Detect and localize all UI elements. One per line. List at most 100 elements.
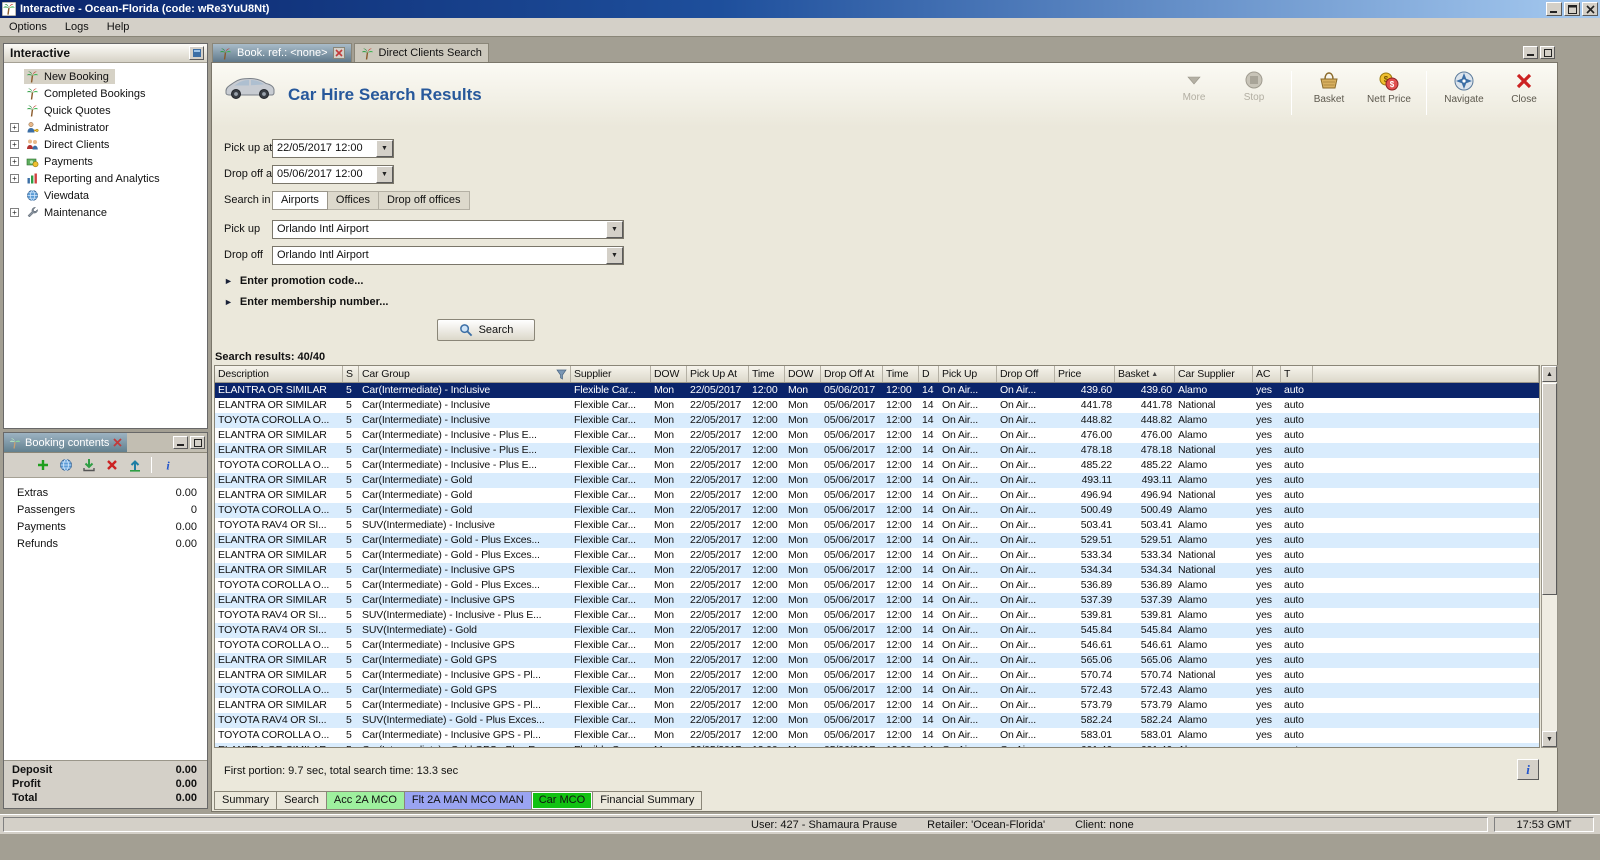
table-row[interactable]: ELANTRA OR SIMILAR5Car(Intermediate) - G… [215, 653, 1539, 668]
sidebar-item-reporting-and-analytics[interactable]: + Reporting and Analytics [4, 170, 207, 187]
menu-options[interactable]: Options [0, 19, 56, 35]
chevron-down-icon[interactable]: ▼ [376, 166, 393, 183]
bottom-tab-financial-summary[interactable]: Financial Summary [593, 791, 703, 810]
scroll-up-button[interactable]: ▲ [1542, 366, 1557, 382]
booking-restore-button[interactable] [190, 436, 205, 449]
column-header-drop-off-at[interactable]: Drop Off At [821, 366, 883, 382]
booking-minimize-button[interactable] [173, 436, 188, 449]
search-in-tab-airports[interactable]: Airports [272, 191, 328, 210]
table-row[interactable]: ELANTRA OR SIMILAR 5 Car(Intermediate) - I… [215, 668, 1539, 683]
table-row[interactable]: ELANTRA OR SIMILAR 5 Car(Intermediate) - I… [215, 563, 1539, 578]
membership-number-expander[interactable]: ► Enter membership number... [224, 296, 388, 308]
export-button[interactable] [128, 458, 142, 472]
scrollbar-thumb[interactable] [1542, 383, 1557, 595]
table-row[interactable]: TOYOTA COROLLA O... 5 Car(Intermediate) - … [215, 413, 1539, 428]
column-header-car-supplier[interactable]: Car Supplier [1175, 366, 1253, 382]
expand-plus-icon[interactable]: + [10, 140, 19, 149]
minimize-button[interactable] [1546, 2, 1562, 16]
info-button[interactable]: i [161, 458, 175, 473]
sidebar-item-viewdata[interactable]: Viewdata [4, 187, 207, 204]
doc-tab-direct-clients-search[interactable]: Direct Clients Search [353, 43, 489, 62]
close-booking-tab-icon[interactable] [113, 438, 123, 447]
sidebar-item-completed-bookings[interactable]: Completed Bookings [4, 85, 207, 102]
bottom-tab-car-mco[interactable]: Car MCO [531, 791, 594, 810]
column-header-time[interactable]: Time [883, 366, 919, 382]
sidebar-item-maintenance[interactable]: + Maintenance [4, 204, 207, 221]
nett-price-button[interactable]: $ $ Nett Price [1366, 69, 1412, 105]
expand-plus-icon[interactable]: + [10, 157, 19, 166]
info-button[interactable]: i [1517, 759, 1539, 780]
booking-row-payments[interactable]: Payments 0.00 [4, 518, 207, 535]
table-row[interactable]: TOYOTA RAV4 OR SI... 5 SUV(Intermediate) -… [215, 623, 1539, 638]
column-header-time[interactable]: Time [749, 366, 785, 382]
world-button[interactable] [59, 458, 73, 472]
sidebar-item-new-booking[interactable]: New Booking [4, 68, 207, 85]
expand-plus-icon[interactable]: + [10, 174, 19, 183]
close-button[interactable]: Close [1501, 69, 1547, 105]
table-row[interactable]: TOYOTA RAV4 OR SI... 5 SUV(Intermediate) -… [215, 608, 1539, 623]
column-header-s[interactable]: S [343, 366, 359, 382]
maximize-button[interactable] [1564, 2, 1580, 16]
booking-row-passengers[interactable]: Passengers 0 [4, 501, 207, 518]
column-header-pick-up-at[interactable]: Pick Up At [687, 366, 749, 382]
menu-help[interactable]: Help [98, 19, 139, 35]
dropoff-at-combobox[interactable]: 05/06/2017 12:00 ▼ [272, 165, 394, 184]
bottom-tab-search[interactable]: Search [277, 791, 327, 810]
table-row[interactable]: TOYOTA COROLLA O... 5 Car(Intermediate) - … [215, 683, 1539, 698]
bottom-tab-flt-2a-man-mco-man[interactable]: Flt 2A MAN MCO MAN [404, 791, 532, 810]
table-row[interactable]: ELANTRA OR SIMILAR 5 Car(Intermediate) - I… [215, 398, 1539, 413]
table-row[interactable]: TOYOTA COROLLA O... 5 Car(Intermediate) - … [215, 638, 1539, 653]
column-header-price[interactable]: Price [1055, 366, 1115, 382]
table-row[interactable]: ELANTRA OR SIMILAR5Car(Intermediate) - G… [215, 548, 1539, 563]
sidebar-item-quick-quotes[interactable]: Quick Quotes [4, 102, 207, 119]
delete-button[interactable] [105, 458, 119, 472]
search-in-tab-drop-off-offices[interactable]: Drop off offices [378, 191, 470, 210]
column-header-description[interactable]: Description [215, 366, 343, 382]
sidebar-item-payments[interactable]: + Payments [4, 153, 207, 170]
table-row[interactable]: TOYOTA RAV4 OR SI... 5 SUV(Intermediate) -… [215, 518, 1539, 533]
column-header-dow[interactable]: DOW [651, 366, 687, 382]
table-row[interactable]: TOYOTA COROLLA O... 5 Car(Intermediate) - … [215, 578, 1539, 593]
doc-tab-book-ref-none[interactable]: Book. ref.: <none> [212, 43, 352, 62]
add-button[interactable] [36, 458, 50, 472]
import-button[interactable] [82, 458, 96, 472]
table-row[interactable]: ELANTRA OR SIMILAR 5 Car(Intermediate) - I… [215, 698, 1539, 713]
table-row[interactable]: TOYOTA COROLLA O... 5 Car(Intermediate) - … [215, 728, 1539, 743]
mdi-restore-button[interactable] [1540, 46, 1555, 59]
table-row[interactable]: TOYOTA RAV4 OR SI... 5 SUV(Intermediate) -… [215, 713, 1539, 728]
table-row[interactable]: TOYOTA COROLLA O... 5 Car(Intermediate) - … [215, 503, 1539, 518]
navigate-button[interactable]: Navigate [1441, 69, 1487, 105]
sidebar-item-administrator[interactable]: + Administrator [4, 119, 207, 136]
column-header-drop-off[interactable]: Drop Off [997, 366, 1055, 382]
menu-logs[interactable]: Logs [56, 19, 98, 35]
column-header-d[interactable]: D [919, 366, 939, 382]
chevron-down-icon[interactable]: ▼ [606, 247, 623, 264]
column-header-supplier[interactable]: Supplier [571, 366, 651, 382]
table-scrollbar[interactable]: ▲ ▼ [1541, 365, 1558, 748]
table-row[interactable]: ELANTRA OR SIMILAR 5 Car(Intermediate) - I… [215, 428, 1539, 443]
column-header-pick-up[interactable]: Pick Up [939, 366, 997, 382]
table-row[interactable]: ELANTRA OR SIMILAR5Car(Intermediate) - G… [215, 488, 1539, 503]
table-row[interactable]: ELANTRA OR SIMILAR 5 Car(Intermediate) - I… [215, 383, 1539, 398]
column-header-basket[interactable]: Basket ▲ [1115, 366, 1175, 382]
basket-button[interactable]: Basket [1306, 69, 1352, 105]
booking-row-refunds[interactable]: Refunds 0.00 [4, 535, 207, 552]
search-button[interactable]: Search [437, 319, 535, 341]
collapse-panel-button[interactable] [189, 46, 204, 60]
column-header-ac[interactable]: AC [1253, 366, 1281, 382]
table-row[interactable]: ELANTRA OR SIMILAR 5 Car(Intermediate) - I… [215, 443, 1539, 458]
table-row[interactable]: ELANTRA OR SIMILAR 5 Car(Intermediate) - I… [215, 593, 1539, 608]
expand-plus-icon[interactable]: + [10, 123, 19, 132]
column-header-car-group[interactable]: Car Group [359, 366, 571, 382]
expand-plus-icon[interactable]: + [10, 208, 19, 217]
mdi-minimize-button[interactable] [1523, 46, 1538, 59]
dropoff-location-combobox[interactable]: Orlando Intl Airport ▼ [272, 246, 624, 265]
search-in-tab-offices[interactable]: Offices [327, 191, 379, 210]
table-row[interactable]: TOYOTA COROLLA O... 5 Car(Intermediate) - … [215, 458, 1539, 473]
pickup-location-combobox[interactable]: Orlando Intl Airport ▼ [272, 220, 624, 239]
booking-contents-tab[interactable]: Booking contents [4, 433, 128, 452]
table-row[interactable]: ELANTRA OR SIMILAR5Car(Intermediate) - G… [215, 473, 1539, 488]
bottom-tab-acc-2a-mco[interactable]: Acc 2A MCO [326, 791, 405, 810]
table-row[interactable]: ELANTRA OR SIMILAR5Car(Intermediate) - G… [215, 743, 1539, 747]
bottom-tab-summary[interactable]: Summary [214, 791, 278, 810]
